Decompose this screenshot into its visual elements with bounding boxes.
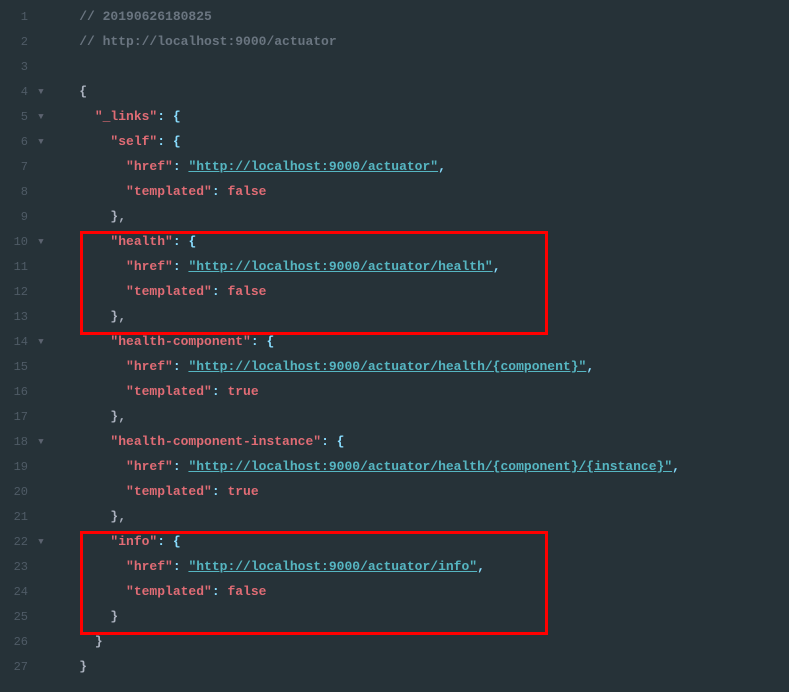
line-number: 10 [0,235,34,249]
code-line[interactable]: 2 // http://localhost:9000/actuator [0,29,789,54]
line-number: 12 [0,285,34,299]
line-number: 24 [0,585,34,599]
line-number: 26 [0,635,34,649]
code-line[interactable]: 1 // 20190626180825 [0,4,789,29]
line-number: 16 [0,385,34,399]
code-line[interactable]: 5 ▼ "_links": { [0,104,789,129]
line-number: 3 [0,60,34,74]
code-line[interactable]: 11 "href": "http://localhost:9000/actuat… [0,254,789,279]
line-number: 4 [0,85,34,99]
line-number: 13 [0,310,34,324]
code-line[interactable]: 16 "templated": true [0,379,789,404]
code-line[interactable]: 20 "templated": true [0,479,789,504]
line-number: 6 [0,135,34,149]
fold-toggle-icon[interactable]: ▼ [34,437,48,447]
line-number: 21 [0,510,34,524]
code-line[interactable]: 24 "templated": false [0,579,789,604]
code-text: "templated": false [48,284,266,299]
line-number: 20 [0,485,34,499]
code-text: "href": "http://localhost:9000/actuator/… [48,359,594,374]
line-number: 17 [0,410,34,424]
code-line[interactable]: 26 } [0,629,789,654]
line-number: 19 [0,460,34,474]
code-line[interactable]: 6 ▼ "self": { [0,129,789,154]
line-number: 14 [0,335,34,349]
code-editor[interactable]: 1 // 20190626180825 2 // http://localhos… [0,0,789,683]
code-text: "self": { [48,134,181,149]
code-line[interactable]: 17 }, [0,404,789,429]
line-number: 5 [0,110,34,124]
code-text: "templated": true [48,484,259,499]
code-text: { [48,84,87,99]
code-line[interactable]: 23 "href": "http://localhost:9000/actuat… [0,554,789,579]
code-line[interactable]: 21 }, [0,504,789,529]
line-number: 7 [0,160,34,174]
code-text: } [48,659,87,674]
code-line[interactable]: 18 ▼ "health-component-instance": { [0,429,789,454]
line-number: 11 [0,260,34,274]
line-number: 8 [0,185,34,199]
code-text: "_links": { [48,109,181,124]
line-number: 18 [0,435,34,449]
code-text: "health-component": { [48,334,274,349]
line-number: 22 [0,535,34,549]
code-text: "href": "http://localhost:9000/actuator"… [48,159,446,174]
code-text: "info": { [48,534,181,549]
code-line[interactable]: 10 ▼ "health": { [0,229,789,254]
line-number: 25 [0,610,34,624]
code-line[interactable]: 9 }, [0,204,789,229]
code-text: }, [48,409,126,424]
fold-toggle-icon[interactable]: ▼ [34,537,48,547]
code-text: "health": { [48,234,196,249]
code-text: } [48,609,118,624]
code-text: } [48,634,103,649]
code-line[interactable]: 3 [0,54,789,79]
code-line[interactable]: 12 "templated": false [0,279,789,304]
code-line[interactable]: 27 } [0,654,789,679]
code-text: "templated": false [48,184,266,199]
line-number: 2 [0,35,34,49]
code-line[interactable]: 25 } [0,604,789,629]
code-text: "health-component-instance": { [48,434,344,449]
code-text: "href": "http://localhost:9000/actuator/… [48,559,485,574]
code-text: }, [48,309,126,324]
fold-toggle-icon[interactable]: ▼ [34,87,48,97]
code-text: "href": "http://localhost:9000/actuator/… [48,259,501,274]
code-text: "href": "http://localhost:9000/actuator/… [48,459,680,474]
code-text: }, [48,509,126,524]
fold-toggle-icon[interactable]: ▼ [34,112,48,122]
code-line[interactable]: 22 ▼ "info": { [0,529,789,554]
code-text: "templated": true [48,384,259,399]
code-line[interactable]: 15 "href": "http://localhost:9000/actuat… [0,354,789,379]
line-number: 23 [0,560,34,574]
line-number: 15 [0,360,34,374]
code-line[interactable]: 7 "href": "http://localhost:9000/actuato… [0,154,789,179]
fold-toggle-icon[interactable]: ▼ [34,137,48,147]
code-line[interactable]: 8 "templated": false [0,179,789,204]
fold-toggle-icon[interactable]: ▼ [34,237,48,247]
code-line[interactable]: 19 "href": "http://localhost:9000/actuat… [0,454,789,479]
line-number: 1 [0,10,34,24]
code-text: "templated": false [48,584,266,599]
code-line[interactable]: 13 }, [0,304,789,329]
code-text: }, [48,209,126,224]
code-line[interactable]: 14 ▼ "health-component": { [0,329,789,354]
code-text: // 20190626180825 [48,9,212,24]
code-line[interactable]: 4 ▼ { [0,79,789,104]
fold-toggle-icon[interactable]: ▼ [34,337,48,347]
line-number: 9 [0,210,34,224]
line-number: 27 [0,660,34,674]
code-text: // http://localhost:9000/actuator [48,34,337,49]
